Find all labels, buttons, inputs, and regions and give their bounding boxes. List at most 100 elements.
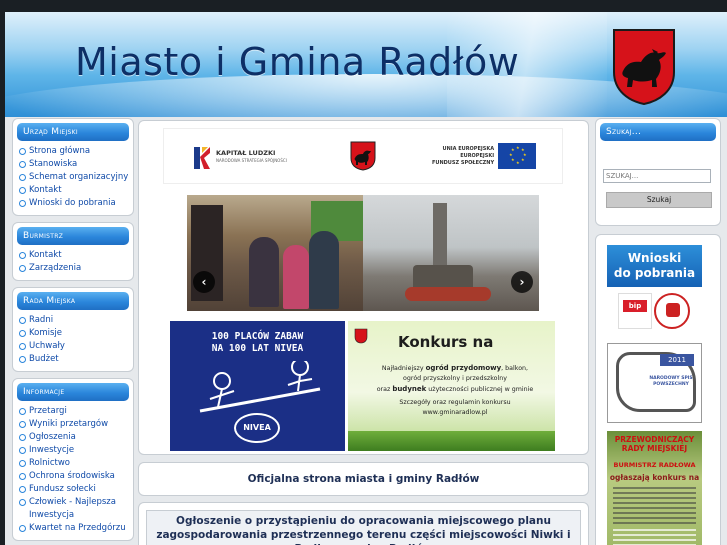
eu-line-3: FUNDUSZ SPOŁECZNY	[432, 160, 495, 166]
nivea-logo: NIVEA	[234, 413, 280, 443]
nivea-title-line-2: NA 100 LAT NIVEA	[211, 343, 304, 354]
konkurs-grass	[348, 431, 555, 451]
site-header: Miasto i Gmina Radłów	[5, 12, 727, 117]
featured-panel: KAPITAŁ LUDZKI NARODOWA STRATEGIA SPÓJNO…	[138, 120, 589, 455]
slider-prev-button[interactable]: ‹	[193, 271, 215, 293]
main-content: KAPITAŁ LUDZKI NARODOWA STRATEGIA SPÓJNO…	[138, 120, 589, 545]
wolf-crest-icon[interactable]	[611, 27, 677, 105]
svg-text:★: ★	[516, 160, 520, 165]
search-button[interactable]: Szukaj	[606, 192, 712, 208]
svg-text:★: ★	[511, 147, 515, 152]
przew-announce: ogłaszają konkurs na	[609, 473, 700, 482]
konkurs-line3-pre: oraz	[376, 386, 393, 393]
bip-label: bip	[623, 300, 647, 312]
bip-logo[interactable]: bip	[618, 293, 652, 329]
konkurs-line3-post: użyteczności publicznej w gminie	[426, 386, 534, 393]
menu-item-kontakt[interactable]: Kontakt	[17, 184, 129, 197]
przew-heading: PRZEWODNICZĄCY RADY MIEJSKIEJ	[607, 435, 702, 453]
menu-item-budzet[interactable]: Budżet	[17, 353, 129, 366]
nsp-2011-banner[interactable]: 2011 NARODOWY SPIS POWSZECHNY	[607, 343, 702, 423]
menu-item-komisje[interactable]: Komisje	[17, 327, 129, 340]
eu-funding-banner[interactable]: KAPITAŁ LUDZKI NARODOWA STRATEGIA SPÓJNO…	[163, 128, 563, 184]
official-site-title: Oficjalna strona miasta i gminy Radłów	[138, 462, 589, 496]
search-heading: Szukaj...	[600, 123, 716, 141]
przewodniczacy-banner[interactable]: PRZEWODNICZĄCY RADY MIEJSKIEJ BURMISTRZ …	[607, 431, 702, 545]
przew-heading-line-2: RADY MIEJSKIEJ	[621, 444, 688, 453]
menu-heading-informacje: Informacje	[17, 383, 129, 401]
menu-heading-rada: Rada Miejska	[17, 292, 129, 310]
slide-photo-monument	[363, 195, 539, 311]
konkurs-line2: ogród przyszkolny i przedszkolny	[403, 375, 507, 382]
menu-item-inwestycje[interactable]: Inwestycje	[17, 444, 129, 457]
przew-sub: BURMISTRZ RADŁOWA	[613, 461, 696, 469]
menu-item-strona-glowna[interactable]: Strona główna	[17, 145, 129, 158]
menu-box-urzad: Urząd Miejski Strona główna Stanowiska S…	[12, 118, 134, 216]
wnioski-line-1: Wnioski	[627, 251, 682, 265]
menu-box-informacje: Informacje Przetargi Wyniki przetargów O…	[12, 378, 134, 541]
przew-heading-line-1: PRZEWODNICZĄCY	[614, 435, 695, 444]
kapital-subtitle: NARODOWA STRATEGIA SPÓJNOŚCI	[216, 158, 287, 163]
menu-item-rolnictwo[interactable]: Rolnictwo	[17, 457, 129, 470]
eu-text: UNIA EUROPEJSKA EUROPEJSKI FUNDUSZ SPOŁE…	[432, 146, 494, 167]
kids-seesaw-icon	[199, 361, 321, 413]
wolf-crest-tiny-icon	[354, 328, 368, 344]
menu-item-przetargi[interactable]: Przetargi	[17, 405, 129, 418]
menu-item-wyniki-przetargow[interactable]: Wyniki przetargów	[17, 418, 129, 431]
announcement-link[interactable]: Ogłoszenie o przystąpieniu do opracowani…	[146, 510, 581, 545]
slider-next-button[interactable]: ›	[511, 271, 533, 293]
announcement-box: Ogłoszenie o przystąpieniu do opracowani…	[138, 502, 589, 545]
konkurs-line4: Szczegóły oraz regulamin konkursu	[399, 399, 511, 406]
menu-item-wnioski[interactable]: Wnioski do pobrania	[17, 197, 129, 210]
kapital-title: KAPITAŁ LUDZKI	[216, 149, 276, 157]
menu-item-czlowiek[interactable]: Człowiek - Najlepsza Inwestycja	[17, 496, 129, 522]
page-frame: Miasto i Gmina Radłów Urząd Miejski Stro…	[5, 12, 727, 545]
menu-heading-urzad: Urząd Miejski	[17, 123, 129, 141]
menu-item-uchwaly[interactable]: Uchwały	[17, 340, 129, 353]
konkurs-banner[interactable]: Konkurs na Najładniejszy ogród przydomow…	[348, 321, 555, 451]
menu-heading-burmistrz: Burmistrz	[17, 227, 129, 245]
slide-photo-market	[187, 195, 363, 311]
right-sidebar: Szukaj... Szukaj Wnioski do pobrania bip…	[595, 118, 721, 545]
nsp-text: NARODOWY SPIS POWSZECHNY	[649, 376, 693, 387]
nivea-banner[interactable]: 100 PLACÓW ZABAW NA 100 LAT NIVEA NIVEA	[170, 321, 345, 451]
wnioski-line-2: do pobrania	[613, 266, 696, 280]
nivea-title-line-1: 100 PLACÓW ZABAW	[211, 331, 304, 342]
menu-item-stanowiska[interactable]: Stanowiska	[17, 158, 129, 171]
menu-item-burmistrz-kontakt[interactable]: Kontakt	[17, 249, 129, 262]
menu-item-schemat[interactable]: Schemat organizacyjny	[17, 171, 129, 184]
search-box: Szukaj... Szukaj	[595, 118, 721, 226]
nivea-title: 100 PLACÓW ZABAW NA 100 LAT NIVEA	[170, 331, 345, 355]
left-sidebar: Urząd Miejski Strona główna Stanowiska S…	[12, 118, 134, 545]
menu-item-ochrona-srodowiska[interactable]: Ochrona środowiska	[17, 470, 129, 483]
menu-item-zarzadzenia[interactable]: Zarządzenia	[17, 262, 129, 275]
wnioski-banner[interactable]: Wnioski do pobrania	[607, 245, 702, 287]
eu-flag-icon: ★ ★★ ★★★ ★★	[498, 143, 536, 169]
menu-item-radni[interactable]: Radni	[17, 314, 129, 327]
menu-item-ogloszenia[interactable]: Ogłoszenia	[17, 431, 129, 444]
nsp-year: 2011	[660, 354, 694, 366]
konkurs-line1-post: , balkon,	[501, 365, 529, 372]
svg-text:★: ★	[509, 152, 513, 157]
przew-fine-print-2	[613, 529, 696, 545]
kapital-ludzki-logo-icon	[194, 147, 210, 169]
menu-box-burmistrz: Burmistrz Kontakt Zarządzenia	[12, 222, 134, 281]
menu-item-kwartet[interactable]: Kwartet na Przedgórzu	[17, 522, 129, 535]
svg-text:★: ★	[521, 157, 525, 162]
eu-line-2: EUROPEJSKI	[460, 153, 495, 159]
przew-fine-print	[613, 487, 696, 527]
wolf-crest-small-icon	[350, 141, 376, 171]
svg-text:★: ★	[516, 145, 520, 150]
vote-logo-icon[interactable]	[654, 293, 690, 329]
menu-item-fundusz-solecki[interactable]: Fundusz sołecki	[17, 483, 129, 496]
links-box: Wnioski do pobrania bip 2011 NARODOWY SP…	[595, 234, 721, 545]
photo-slider[interactable]: ‹ ›	[187, 195, 539, 311]
konkurs-line1-bold: ogród przydomowy	[425, 364, 502, 372]
konkurs-line3-bold: budynek	[392, 385, 427, 393]
konkurs-body: Najładniejszy ogród przydomowy, balkon, …	[360, 363, 550, 418]
search-input[interactable]	[603, 169, 711, 183]
menu-box-rada: Rada Miejska Radni Komisje Uchwały Budże…	[12, 287, 134, 372]
konkurs-url: www.gminaradlow.pl	[422, 409, 488, 416]
kapital-ludzki-text: KAPITAŁ LUDZKI NARODOWA STRATEGIA SPÓJNO…	[216, 149, 287, 165]
site-title[interactable]: Miasto i Gmina Radłów	[75, 40, 519, 84]
svg-text:★: ★	[511, 157, 515, 162]
